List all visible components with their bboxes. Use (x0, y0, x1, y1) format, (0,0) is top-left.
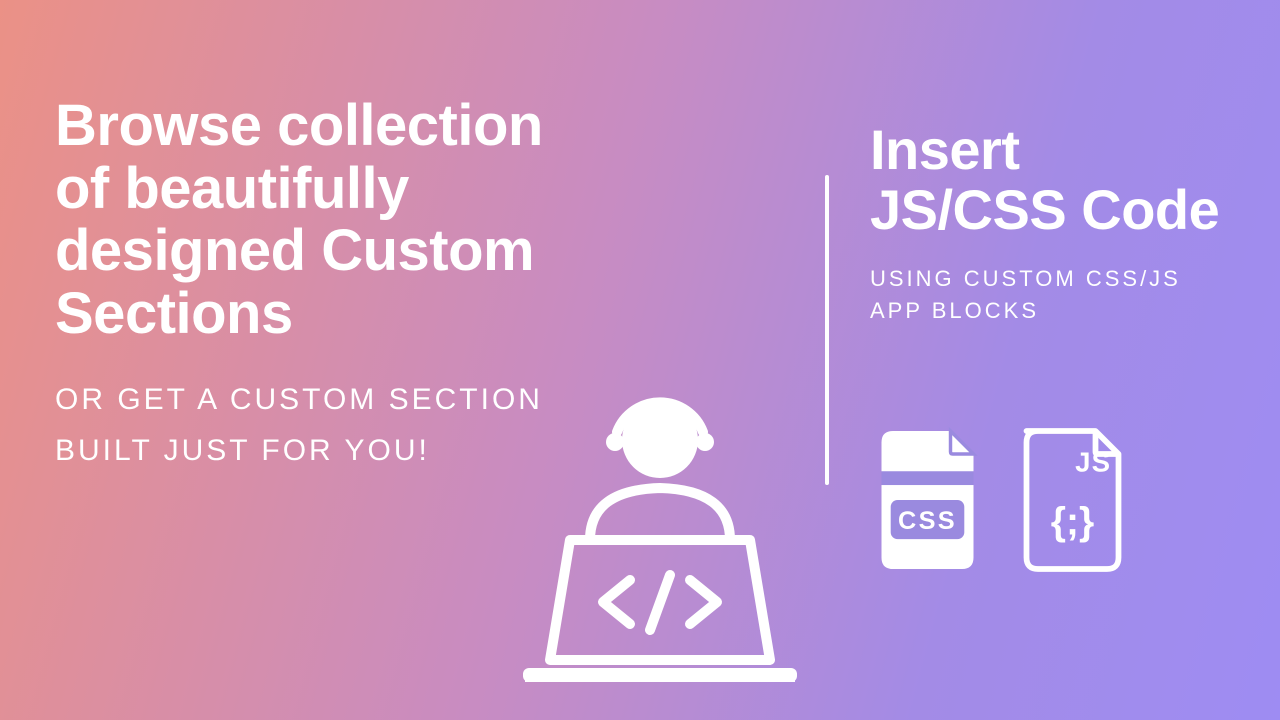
js-file-icon: JS {;} (1015, 425, 1130, 575)
file-icons-group: CSS JS {;} (870, 425, 1130, 575)
css-label: CSS (898, 507, 957, 535)
right-headline: Insert JS/CSS Code (870, 120, 1230, 241)
main-headline: Browse collection of beautifully designe… (55, 95, 595, 346)
vertical-divider (825, 175, 829, 485)
developer-laptop-icon (495, 370, 825, 700)
css-file-icon: CSS (870, 425, 985, 575)
right-column: Insert JS/CSS Code USING CUSTOM CSS/JS A… (870, 120, 1230, 327)
js-braces: {;} (1051, 501, 1094, 544)
right-subhead: USING CUSTOM CSS/JS APP BLOCKS (870, 263, 1230, 327)
js-label: JS (1075, 446, 1111, 477)
